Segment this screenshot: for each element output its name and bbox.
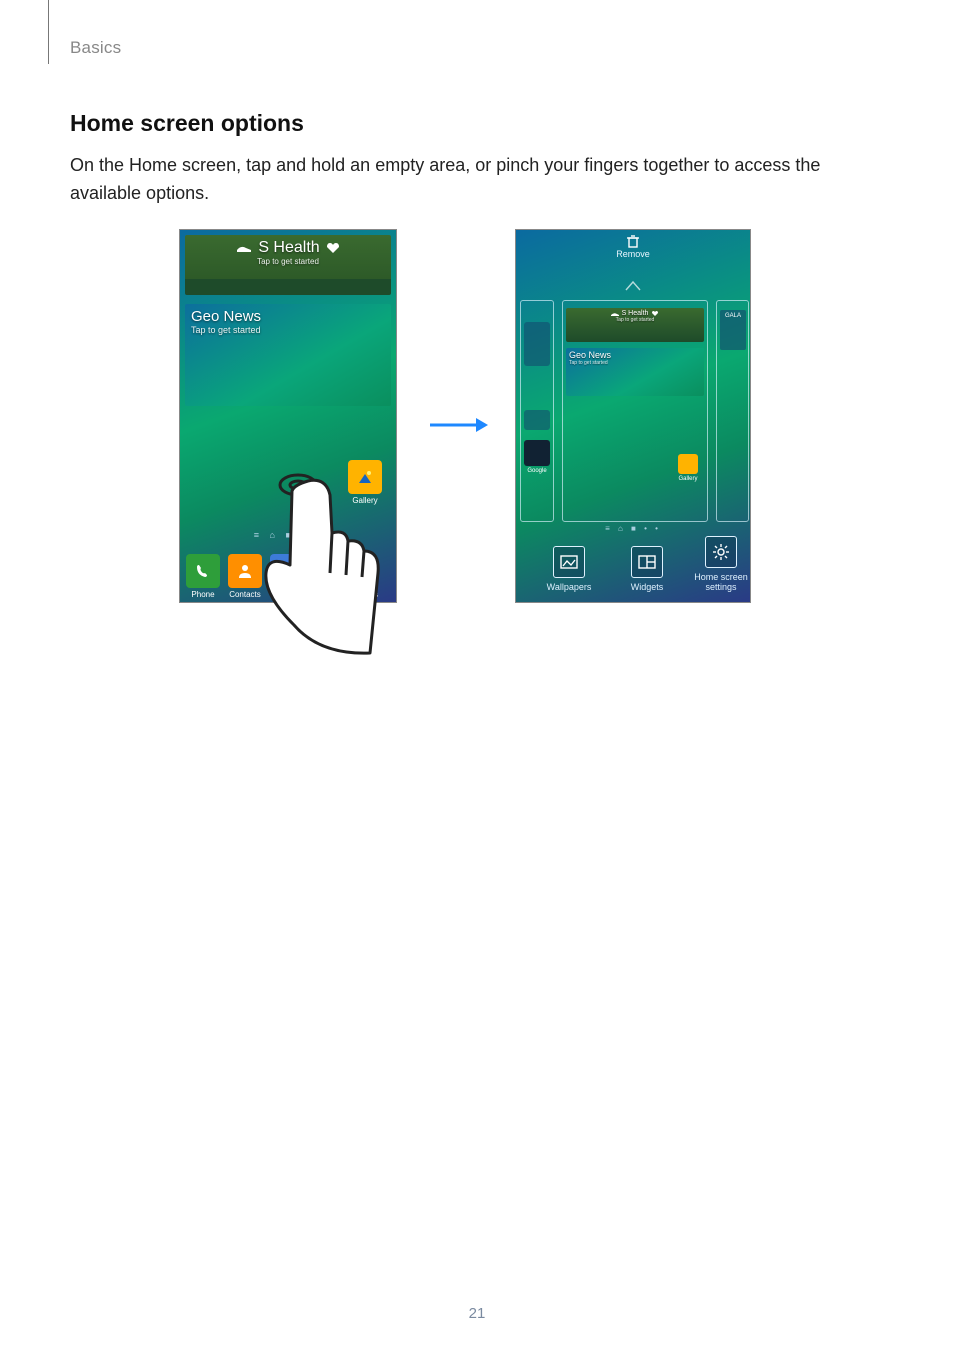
remove-label: Remove bbox=[616, 249, 650, 259]
mini-s-health-title: S Health bbox=[622, 310, 649, 317]
mini-geo-sub: Tap to get started bbox=[569, 360, 701, 366]
page-indicator: ≡ ⌂ ■ • • bbox=[516, 524, 750, 533]
mini-geo-title: Geo News bbox=[569, 350, 701, 360]
s-health-title: S Health bbox=[258, 239, 319, 257]
heart-icon bbox=[326, 242, 340, 254]
geo-news-title: Geo News bbox=[191, 308, 385, 325]
remove-button[interactable]: Remove bbox=[516, 230, 750, 259]
home-indicator-icon bbox=[624, 278, 642, 296]
mini-geo-news[interactable]: Geo News Tap to get started bbox=[566, 348, 704, 396]
header-rule bbox=[48, 0, 49, 64]
shoe-icon bbox=[611, 311, 619, 317]
widgets-icon bbox=[631, 546, 663, 578]
widget-s-health[interactable]: S Health Tap to get started bbox=[185, 235, 391, 295]
shoe-icon bbox=[236, 243, 252, 253]
weather-widget-thumb bbox=[524, 322, 550, 366]
mini-gallery-label: Gallery bbox=[678, 476, 697, 482]
tap-and-hold-gesture-icon bbox=[260, 455, 400, 665]
app-phone[interactable]: Phone bbox=[186, 554, 220, 599]
option-wallpapers[interactable]: Wallpapers bbox=[534, 546, 604, 592]
galaxy-label: GALA bbox=[725, 313, 741, 319]
google-folder-thumb[interactable] bbox=[524, 440, 550, 466]
app-contacts[interactable]: Contacts bbox=[228, 554, 262, 599]
option-home-settings[interactable]: Home screen settings bbox=[686, 536, 750, 592]
gallery-icon bbox=[678, 454, 698, 474]
mini-s-health[interactable]: S Health Tap to get started bbox=[566, 308, 704, 342]
option-label: Wallpapers bbox=[547, 582, 592, 592]
geo-news-subtitle: Tap to get started bbox=[191, 325, 385, 335]
wallpapers-icon bbox=[553, 546, 585, 578]
option-widgets[interactable]: Widgets bbox=[612, 546, 682, 592]
google-folder-label: Google bbox=[522, 468, 552, 474]
phone-icon bbox=[186, 554, 220, 588]
trash-icon bbox=[626, 234, 640, 248]
app-label: Phone bbox=[191, 590, 214, 599]
mini-gallery[interactable]: Gallery bbox=[676, 454, 700, 482]
s-health-subtitle: Tap to get started bbox=[191, 257, 385, 266]
heart-icon bbox=[651, 310, 659, 317]
contacts-icon bbox=[228, 554, 262, 588]
option-label: Widgets bbox=[631, 582, 664, 592]
screenshot-home-options: Remove Google GALA S Health Tap to get s… bbox=[516, 230, 750, 602]
arrow-icon bbox=[428, 415, 488, 440]
galaxy-essentials-thumb[interactable]: GALA bbox=[720, 310, 746, 350]
app-label: Contacts bbox=[229, 590, 261, 599]
page-title: Home screen options bbox=[70, 110, 304, 137]
option-label: Home screen settings bbox=[694, 572, 748, 592]
widget-geo-news[interactable]: Geo News Tap to get started bbox=[185, 304, 391, 406]
body-paragraph: On the Home screen, tap and hold an empt… bbox=[70, 152, 860, 208]
section-header: Basics bbox=[70, 38, 121, 58]
download-widget-thumb bbox=[524, 410, 550, 430]
page-number: 21 bbox=[0, 1305, 954, 1322]
mini-s-health-sub: Tap to get started bbox=[569, 317, 701, 323]
settings-gear-icon bbox=[705, 536, 737, 568]
